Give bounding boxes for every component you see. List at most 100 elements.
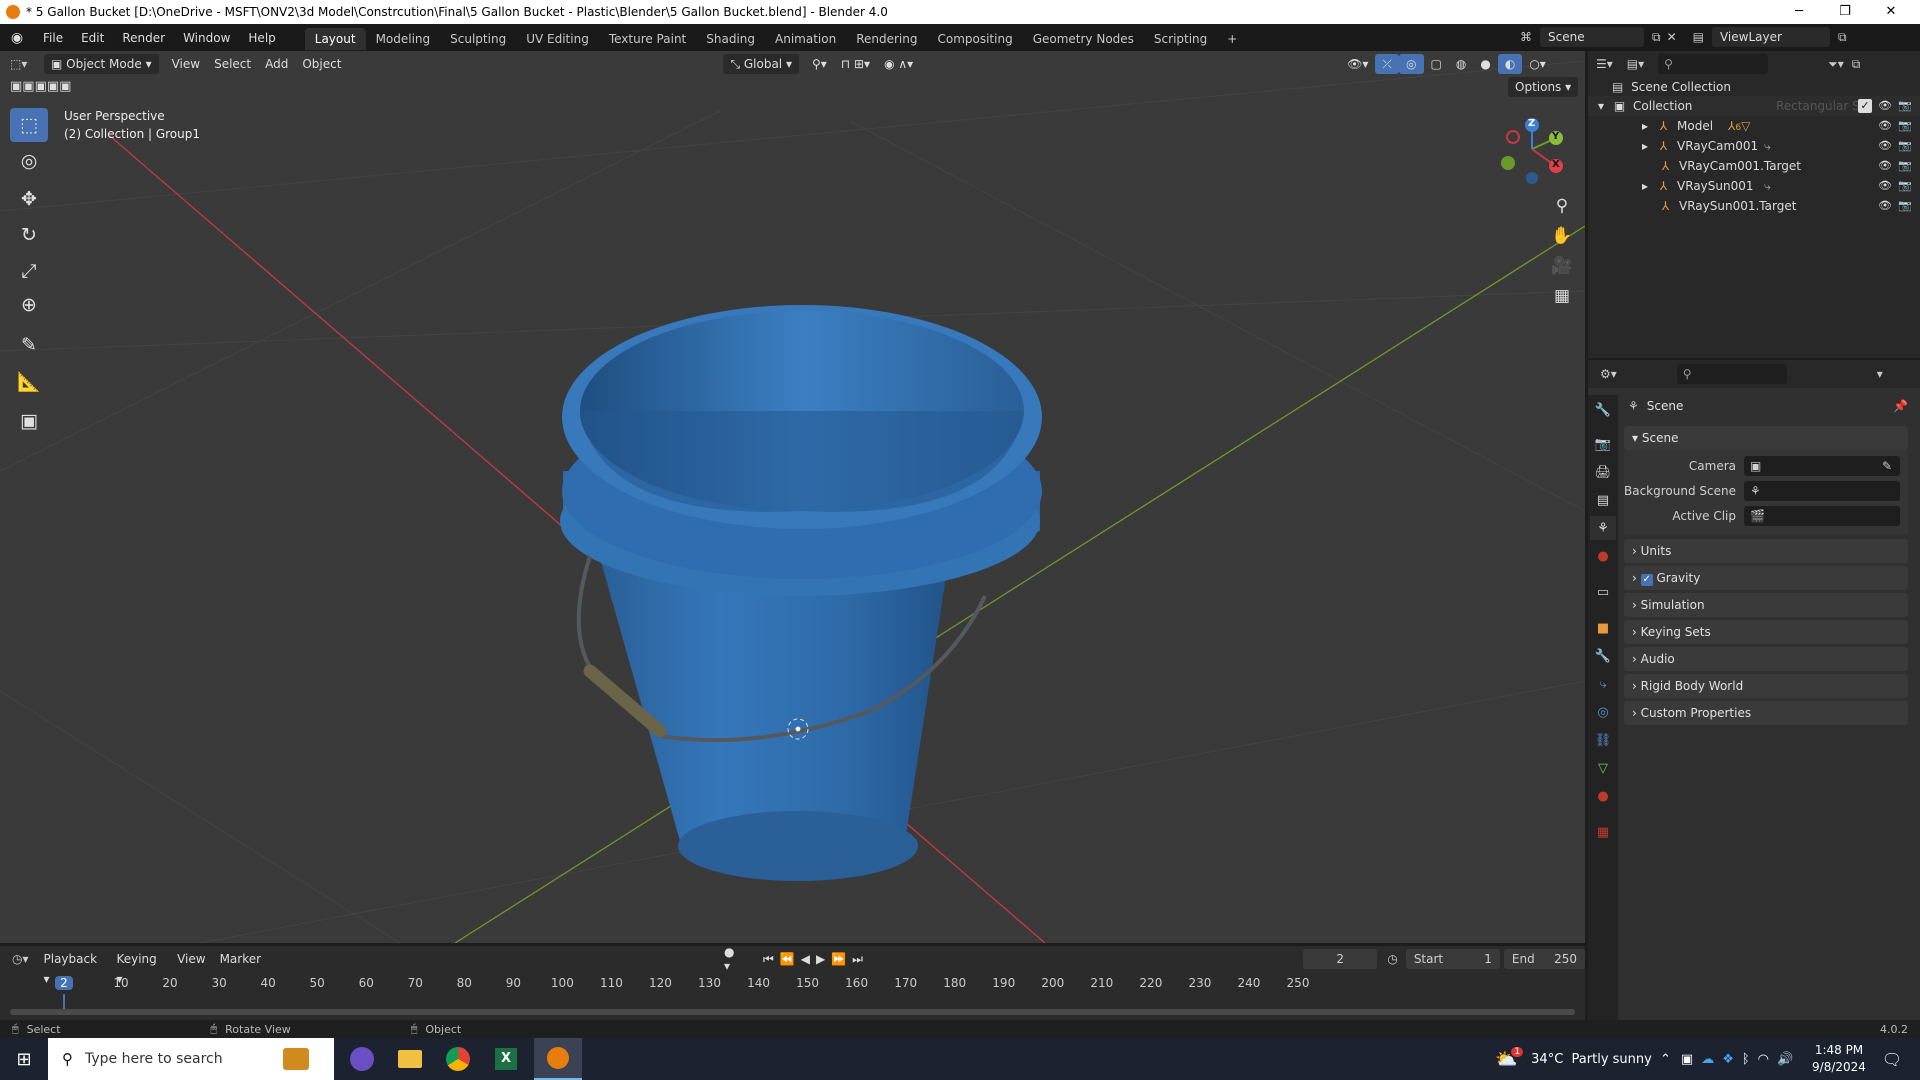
- outliner-item-model[interactable]: ▸ ⅄ Model ⅄6▽ 👁 📷: [1588, 116, 1920, 136]
- tab-layout[interactable]: Layout: [304, 27, 366, 50]
- tab-uv-editing[interactable]: UV Editing: [516, 28, 599, 50]
- onedrive-icon[interactable]: ☁: [1701, 1052, 1714, 1067]
- collection-visibility-icon[interactable]: 👁: [1878, 99, 1892, 113]
- zoom-icon[interactable]: ⚲: [1547, 191, 1577, 221]
- new-scene-icon[interactable]: ⧉: [1652, 30, 1661, 45]
- render-icon[interactable]: 📷: [1898, 139, 1912, 153]
- eyedropper-icon[interactable]: ✎: [1882, 456, 1892, 476]
- gravity-section[interactable]: › ✓ Gravity: [1624, 566, 1908, 590]
- tab-shading[interactable]: Shading: [696, 28, 765, 50]
- cursor-tool[interactable]: ◎: [10, 144, 48, 178]
- file-explorer-icon[interactable]: [386, 1038, 434, 1080]
- play-reverse-icon[interactable]: ◀: [801, 952, 810, 966]
- tab-compositing[interactable]: Compositing: [927, 28, 1022, 50]
- new-view-layer-icon[interactable]: ⧉: [1838, 30, 1847, 45]
- navigation-gizmo[interactable]: Z Y X: [1496, 113, 1568, 185]
- perspective-toggle-icon[interactable]: ▦: [1547, 281, 1577, 311]
- scene-panel-header[interactable]: ▾ Scene: [1624, 426, 1908, 450]
- filter-icon[interactable]: ⏷▾: [1828, 57, 1844, 72]
- work-app-icon[interactable]: [272, 1038, 320, 1080]
- rigid-body-world-section[interactable]: › Rigid Body World: [1624, 674, 1908, 698]
- visibility-icon[interactable]: 👁: [1878, 179, 1892, 193]
- end-frame-field[interactable]: End 250: [1503, 949, 1586, 969]
- tab-scripting[interactable]: Scripting: [1144, 28, 1217, 50]
- camera-view-icon[interactable]: 🎥: [1547, 251, 1577, 281]
- visibility-icon[interactable]: 👁: [1878, 159, 1892, 173]
- collection-row[interactable]: ▾ ▣ Collection Rectangular S ✓ 👁 📷: [1588, 96, 1920, 116]
- modifiers-tab-icon[interactable]: 🔧: [1590, 644, 1616, 668]
- tab-modeling[interactable]: Modeling: [366, 28, 441, 50]
- view-layer-icon[interactable]: ▤: [1693, 30, 1704, 44]
- output-tab-icon[interactable]: 🖨: [1590, 460, 1616, 484]
- select-menu[interactable]: Select: [207, 54, 258, 74]
- view-menu[interactable]: View: [165, 54, 207, 74]
- keying-sets-section[interactable]: › Keying Sets: [1624, 620, 1908, 644]
- options-dropdown[interactable]: Options ▾: [1508, 77, 1579, 97]
- properties-search-input[interactable]: ⚲: [1676, 364, 1787, 384]
- properties-editor-icon[interactable]: ⚙▾: [1600, 367, 1617, 381]
- collection-checkbox-icon[interactable]: ✓: [1858, 99, 1872, 113]
- select-mode-icons[interactable]: ▣▣▣▣▣: [10, 79, 71, 94]
- scene-tab-icon[interactable]: ⚘: [1590, 516, 1616, 540]
- minimize-icon[interactable]: ─: [1776, 0, 1822, 24]
- menu-help[interactable]: Help: [239, 25, 284, 51]
- audio-section[interactable]: › Audio: [1624, 647, 1908, 671]
- snap-icon[interactable]: ⊓ ⊞▾: [834, 54, 877, 74]
- marker-menu[interactable]: Marker: [213, 949, 268, 969]
- current-frame-field[interactable]: 2: [1302, 949, 1378, 969]
- jump-keyframe-forward-icon[interactable]: ⏩: [831, 952, 846, 966]
- jump-start-icon[interactable]: ⏮: [763, 952, 774, 967]
- weather-widget[interactable]: ⛅ 1 34°C Partly sunny: [1495, 1038, 1652, 1080]
- render-icon[interactable]: 📷: [1898, 199, 1912, 213]
- new-collection-icon[interactable]: ⧉: [1852, 57, 1861, 72]
- outliner-item-vraycam001[interactable]: ▸ ⅄ VRayCam001 ⤷ 👁 📷: [1588, 136, 1920, 156]
- collection-render-icon[interactable]: 📷: [1898, 99, 1912, 113]
- proportional-edit-icon[interactable]: ◉ ∧▾: [877, 54, 920, 74]
- outliner-item-vraysun001[interactable]: ▸ ⅄ VRaySun001 ⤷ 👁 📷: [1588, 176, 1920, 196]
- close-icon[interactable]: ✕: [1868, 0, 1914, 24]
- playback-menu[interactable]: Playback ▾: [37, 949, 110, 986]
- constraints-tab-icon[interactable]: ⛓: [1590, 728, 1616, 752]
- expand-icon[interactable]: ▸: [1642, 179, 1648, 193]
- display-mode-icon[interactable]: ▤▾: [1627, 57, 1644, 71]
- render-tab-icon[interactable]: 📷: [1590, 432, 1616, 456]
- world-tab-icon[interactable]: ●: [1590, 544, 1616, 568]
- blender-taskbar-icon[interactable]: [534, 1038, 582, 1080]
- transform-tool[interactable]: ⊕: [10, 288, 48, 322]
- outliner-item-vraycam001-target[interactable]: ⅄ VRayCam001.Target 👁 📷: [1588, 156, 1920, 176]
- render-icon[interactable]: 📷: [1898, 179, 1912, 193]
- view-layer-selector[interactable]: ViewLayer: [1711, 27, 1830, 47]
- scale-tool[interactable]: ⤢: [10, 254, 48, 288]
- physics-tab-icon[interactable]: ◎: [1590, 700, 1616, 724]
- visibility-icon[interactable]: 👁: [1878, 139, 1892, 153]
- xray-icon[interactable]: ▢: [1424, 54, 1449, 74]
- editor-type-icon[interactable]: ⬚▾: [10, 57, 40, 71]
- texture-tab-icon[interactable]: ▦: [1590, 820, 1616, 844]
- visibility-icon[interactable]: 👁: [1878, 119, 1892, 133]
- restore-icon[interactable]: ❐: [1822, 0, 1868, 24]
- timeline-scrollbar[interactable]: [10, 1009, 1575, 1015]
- visibility-icon[interactable]: 👁▾: [1340, 54, 1375, 74]
- background-scene-field[interactable]: ⚘: [1744, 481, 1900, 501]
- menu-window[interactable]: Window: [174, 25, 239, 51]
- annotate-tool[interactable]: ✎: [10, 328, 48, 362]
- notifications-icon[interactable]: 🗨: [1868, 1038, 1916, 1080]
- select-box-tool[interactable]: ⬚: [10, 108, 48, 142]
- record-icon[interactable]: ● ▾: [724, 945, 743, 973]
- dropbox-icon[interactable]: ❖: [1722, 1052, 1734, 1067]
- rotate-tool[interactable]: ↻: [10, 218, 48, 252]
- blender-menu-icon[interactable]: ◉: [0, 30, 34, 46]
- keying-menu[interactable]: Keying ▾: [109, 949, 170, 986]
- simulation-section[interactable]: › Simulation: [1624, 593, 1908, 617]
- outliner-editor-icon[interactable]: ☰▾: [1596, 57, 1613, 71]
- expand-icon[interactable]: ▸: [1642, 139, 1648, 153]
- collection-tab-icon[interactable]: ▭: [1590, 580, 1616, 604]
- object-menu[interactable]: Object: [295, 54, 348, 74]
- scene-icon[interactable]: ⌘: [1520, 30, 1532, 44]
- shading-material-icon[interactable]: ◐: [1497, 54, 1523, 74]
- camera-field[interactable]: ▣ ✎: [1744, 456, 1900, 476]
- tab-texture-paint[interactable]: Texture Paint: [599, 28, 696, 50]
- 3d-viewport[interactable]: [0, 51, 1585, 943]
- windows-start-icon[interactable]: ⊞: [0, 1038, 48, 1080]
- add-workspace-icon[interactable]: +: [1217, 28, 1247, 50]
